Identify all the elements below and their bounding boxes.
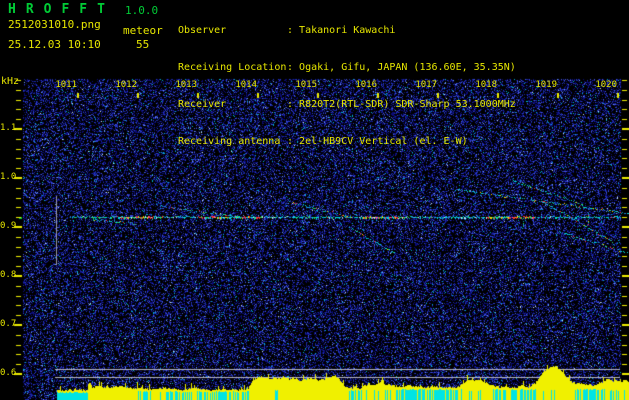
info-value: Takanori Kawachi	[299, 25, 396, 36]
freq-tick-label-1.1: 1.1	[0, 123, 17, 133]
time-tick-label-1012: 1012	[115, 80, 137, 90]
info-separator: :	[287, 25, 300, 36]
app-title: HROFFT	[8, 2, 115, 17]
info-row-receiver: Receiver: R820T2(RTL-SDR) SDR-Sharp 53.1…	[178, 99, 516, 114]
timestamp: 25.12.03 10:10	[8, 38, 101, 51]
info-separator: :	[287, 136, 300, 147]
info-label: Receiver	[178, 99, 227, 110]
hrofft-window: HROFFT 1.0.0 2512031010.png meteor 25.12…	[0, 0, 629, 400]
time-tick-label-1019: 1019	[535, 80, 557, 90]
info-separator: :	[287, 99, 300, 110]
freq-tick-label-0.7: 0.7	[0, 319, 17, 329]
info-row-antenna: Receiving antenna: 2el-HB9CV Vertical (e…	[178, 136, 516, 151]
time-tick-label-1011: 1011	[55, 80, 77, 90]
info-row-location: Receiving Location: Ogaki, Gifu, JAPAN (…	[178, 62, 516, 77]
info-label: Receiving Location	[178, 62, 287, 73]
time-tick-label-1017: 1017	[415, 80, 437, 90]
time-tick-label-1013: 1013	[175, 80, 197, 90]
output-file-name: 2512031010.png	[8, 18, 101, 31]
app-version: 1.0.0	[125, 4, 159, 17]
info-label: Receiving antenna	[178, 136, 281, 147]
info-value: 2el-HB9CV Vertical (el. E-W)	[299, 136, 468, 147]
time-tick-label-1015: 1015	[295, 80, 317, 90]
time-tick-label-1018: 1018	[475, 80, 497, 90]
freq-tick-label-0.9: 0.9	[0, 221, 17, 231]
echo-count: 55	[136, 38, 150, 51]
info-value: R820T2(RTL-SDR) SDR-Sharp 53.1000MHz	[299, 99, 516, 110]
freq-axis-unit: kHz	[1, 76, 20, 87]
time-tick-label-1014: 1014	[235, 80, 257, 90]
time-tick-label-1016: 1016	[355, 80, 377, 90]
freq-tick-label-1.0: 1.0	[0, 172, 17, 182]
info-value: Ogaki, Gifu, JAPAN (136.60E, 35.35N)	[299, 62, 516, 73]
info-row-observer: Observer: Takanori Kawachi	[178, 25, 516, 40]
time-tick-label-1020: 1020	[595, 80, 617, 90]
info-panel: Observer: Takanori Kawachi Receiving Loc…	[178, 3, 516, 173]
info-label: Observer	[178, 25, 227, 36]
freq-tick-label-0.8: 0.8	[0, 270, 17, 280]
mode-label: meteor	[123, 24, 163, 37]
freq-tick-label-0.6: 0.6	[0, 368, 17, 378]
info-separator: :	[287, 62, 300, 73]
